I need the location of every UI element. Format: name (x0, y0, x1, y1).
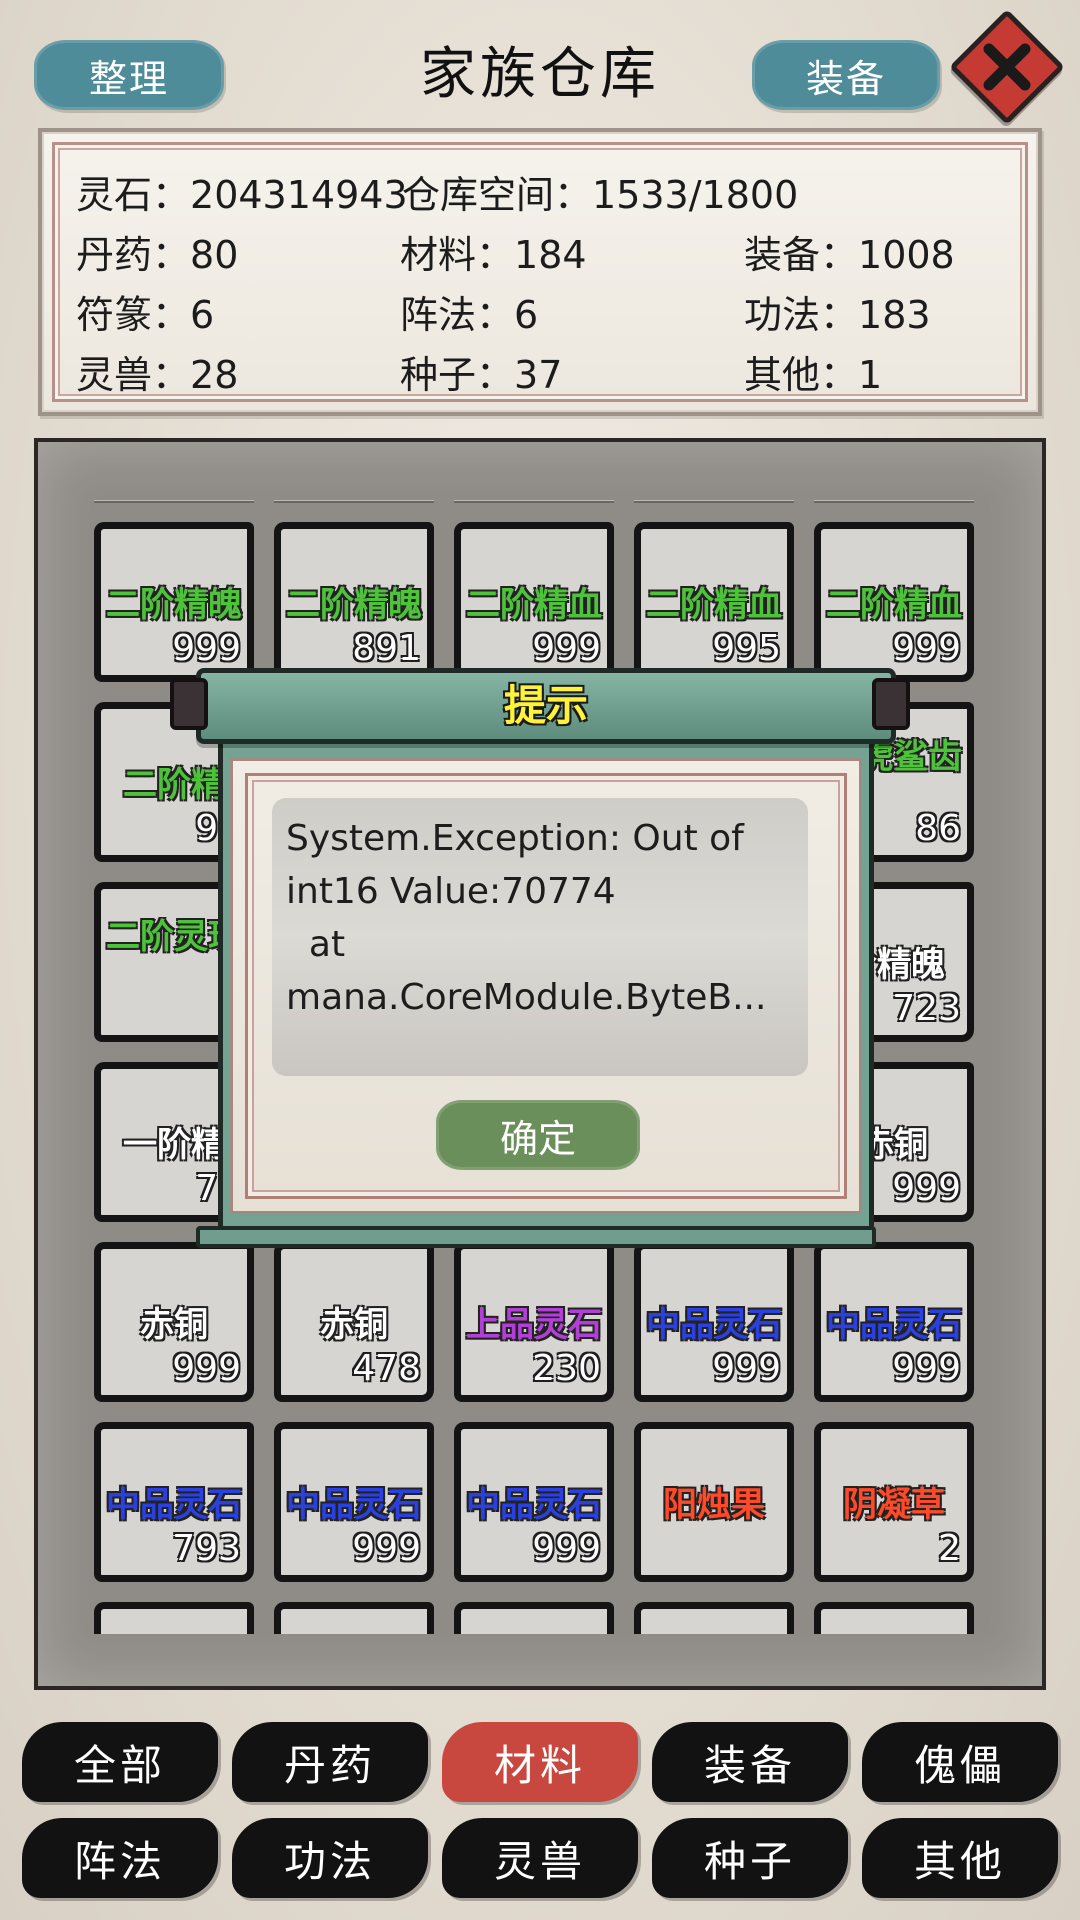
stat-materials: 材料184 (400, 224, 587, 279)
item-count: 891 (352, 628, 421, 669)
grid-divider (274, 500, 434, 503)
item-name: 二阶精血 (466, 585, 602, 625)
inventory-slot[interactable] (94, 1602, 254, 1634)
tab-2[interactable]: 材料 (442, 1722, 638, 1802)
item-name: 二阶精血 (826, 585, 962, 625)
item-count: 230 (532, 1348, 601, 1389)
inventory-slot[interactable] (814, 1602, 974, 1634)
stat-other: 其他1 (744, 344, 882, 399)
item-count: 999 (172, 1348, 241, 1389)
tab-3[interactable]: 装备 (652, 1722, 848, 1802)
tab-5[interactable]: 阵法 (22, 1818, 218, 1898)
page-title: 家族仓库 (420, 42, 660, 107)
item-count: 999 (352, 1528, 421, 1569)
stat-beasts: 灵兽28 (76, 344, 238, 399)
item-name: 中品灵石 (286, 1485, 422, 1525)
tab-6[interactable]: 功法 (232, 1818, 428, 1898)
close-button[interactable] (949, 9, 1065, 125)
item-count: 999 (892, 1348, 961, 1389)
item-count: 793 (172, 1528, 241, 1569)
tab-8[interactable]: 种子 (652, 1818, 848, 1898)
tab-0[interactable]: 全部 (22, 1722, 218, 1802)
stat-seeds: 种子37 (400, 344, 562, 399)
close-icon (983, 43, 1031, 91)
item-count: 478 (352, 1348, 421, 1389)
confirm-button[interactable]: 确定 (436, 1100, 640, 1170)
inventory-slot[interactable]: 中品灵石 999 (814, 1242, 974, 1402)
item-name: 中品灵石 (826, 1305, 962, 1345)
stat-storage: 仓库空间1533/1800 (402, 164, 798, 219)
modal-scroll-footer (196, 1226, 876, 1248)
inventory-slot[interactable] (454, 1602, 614, 1634)
item-name: 中品灵石 (466, 1485, 602, 1525)
grid-divider (454, 500, 614, 503)
inventory-slot[interactable]: 中品灵石 999 (274, 1422, 434, 1582)
tab-7[interactable]: 灵兽 (442, 1818, 638, 1898)
item-name: 二阶精血 (646, 585, 782, 625)
item-name: 二阶精魄 (286, 585, 422, 625)
item-name: 中品灵石 (106, 1485, 242, 1525)
modal-message: System.Exception: Out of int16 Value:707… (286, 818, 767, 1018)
item-count: 999 (712, 1348, 781, 1389)
inventory-slot[interactable]: 二阶精血 995 (634, 522, 794, 682)
modal-title: 提示 (503, 681, 588, 730)
grid-divider (94, 500, 254, 503)
inventory-slot[interactable]: 中品灵石 999 (454, 1422, 614, 1582)
grid-divider (814, 500, 974, 503)
inventory-slot[interactable]: 中品灵石 793 (94, 1422, 254, 1582)
item-name: 阳烛果 (663, 1485, 765, 1525)
inventory-slot[interactable]: 阳烛果 (634, 1422, 794, 1582)
inventory-slot[interactable]: 上品灵石 230 (454, 1242, 614, 1402)
item-count: 999 (532, 628, 601, 669)
inventory-slot[interactable] (274, 1602, 434, 1634)
item-count: 999 (892, 628, 961, 669)
inventory-slot[interactable]: 二阶精魄 891 (274, 522, 434, 682)
item-name: 中品灵石 (646, 1305, 782, 1345)
inventory-slot[interactable]: 二阶精魄 999 (94, 522, 254, 682)
item-count: 999 (172, 628, 241, 669)
equip-button[interactable]: 装备 (752, 40, 940, 110)
inventory-slot[interactable]: 赤铜 478 (274, 1242, 434, 1402)
grid-divider (634, 500, 794, 503)
tab-1[interactable]: 丹药 (232, 1722, 428, 1802)
tab-4[interactable]: 傀儡 (862, 1722, 1058, 1802)
item-count: 995 (712, 628, 781, 669)
inventory-slot[interactable]: 中品灵石 999 (634, 1242, 794, 1402)
item-count: 2 (938, 1528, 961, 1569)
stat-spirit-stone: 灵石204314943 (76, 164, 408, 219)
item-name: 二阶精魄 (106, 585, 242, 625)
item-name: 上品灵石 (466, 1305, 602, 1345)
item-count: 999 (532, 1528, 601, 1569)
item-count: 86 (915, 808, 961, 849)
stat-talismans: 符篆6 (76, 284, 214, 339)
inventory-slot[interactable]: 二阶精血 999 (814, 522, 974, 682)
inventory-slot[interactable] (634, 1602, 794, 1634)
item-name: 赤铜 (320, 1305, 388, 1345)
stat-techniques: 功法183 (744, 284, 931, 339)
stats-panel: 灵石204314943 仓库空间1533/1800 丹药80 材料184 装备1… (38, 128, 1042, 416)
item-name: 赤铜 (140, 1305, 208, 1345)
item-name: 阴凝草 (843, 1485, 945, 1525)
item-count: 999 (892, 1168, 961, 1209)
sort-button[interactable]: 整理 (34, 40, 224, 110)
tab-9[interactable]: 其他 (862, 1818, 1058, 1898)
stat-pills: 丹药80 (76, 224, 238, 279)
stat-equipment: 装备1008 (744, 224, 955, 279)
inventory-slot[interactable]: 阴凝草 2 (814, 1422, 974, 1582)
inventory-slot[interactable]: 二阶精血 999 (454, 522, 614, 682)
item-count: 723 (892, 988, 961, 1029)
stat-formations: 阵法6 (400, 284, 538, 339)
inventory-slot[interactable]: 赤铜 999 (94, 1242, 254, 1402)
